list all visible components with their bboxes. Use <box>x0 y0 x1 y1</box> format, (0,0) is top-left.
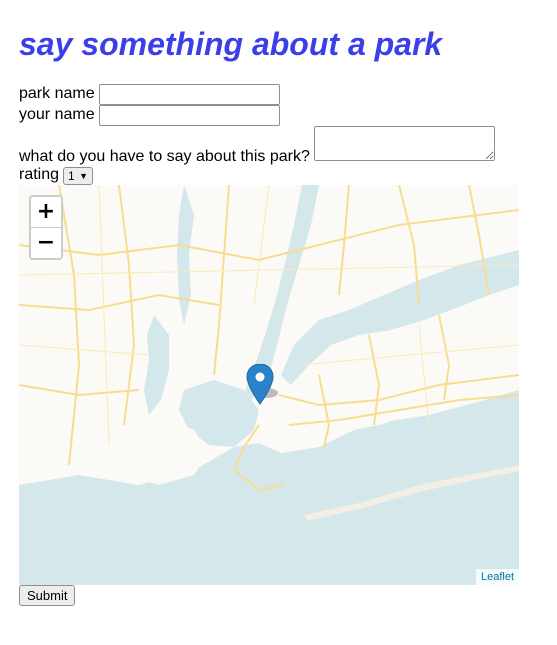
your-name-label: your name <box>19 106 95 123</box>
map[interactable]: + − Leaflet <box>19 185 519 585</box>
comment-label: what do you have to say about this park? <box>19 148 310 165</box>
your-name-input[interactable] <box>99 105 280 126</box>
zoom-in-button[interactable]: + <box>31 197 61 228</box>
zoom-out-button[interactable]: − <box>31 228 61 258</box>
rating-select[interactable]: 1 ▼ <box>63 167 93 185</box>
map-pin-icon[interactable] <box>246 364 286 409</box>
page-title: say something about a park <box>19 26 443 62</box>
map-attribution-link[interactable]: Leaflet <box>475 569 519 585</box>
zoom-control: + − <box>29 195 63 260</box>
submit-button[interactable]: Submit <box>19 585 76 606</box>
rating-selected-value: 1 <box>68 169 75 183</box>
comment-textarea[interactable] <box>314 126 495 161</box>
park-name-label: park name <box>19 85 95 102</box>
dropdown-arrow-icon: ▼ <box>79 171 88 181</box>
rating-label: rating <box>19 166 60 183</box>
park-name-input[interactable] <box>99 84 280 105</box>
